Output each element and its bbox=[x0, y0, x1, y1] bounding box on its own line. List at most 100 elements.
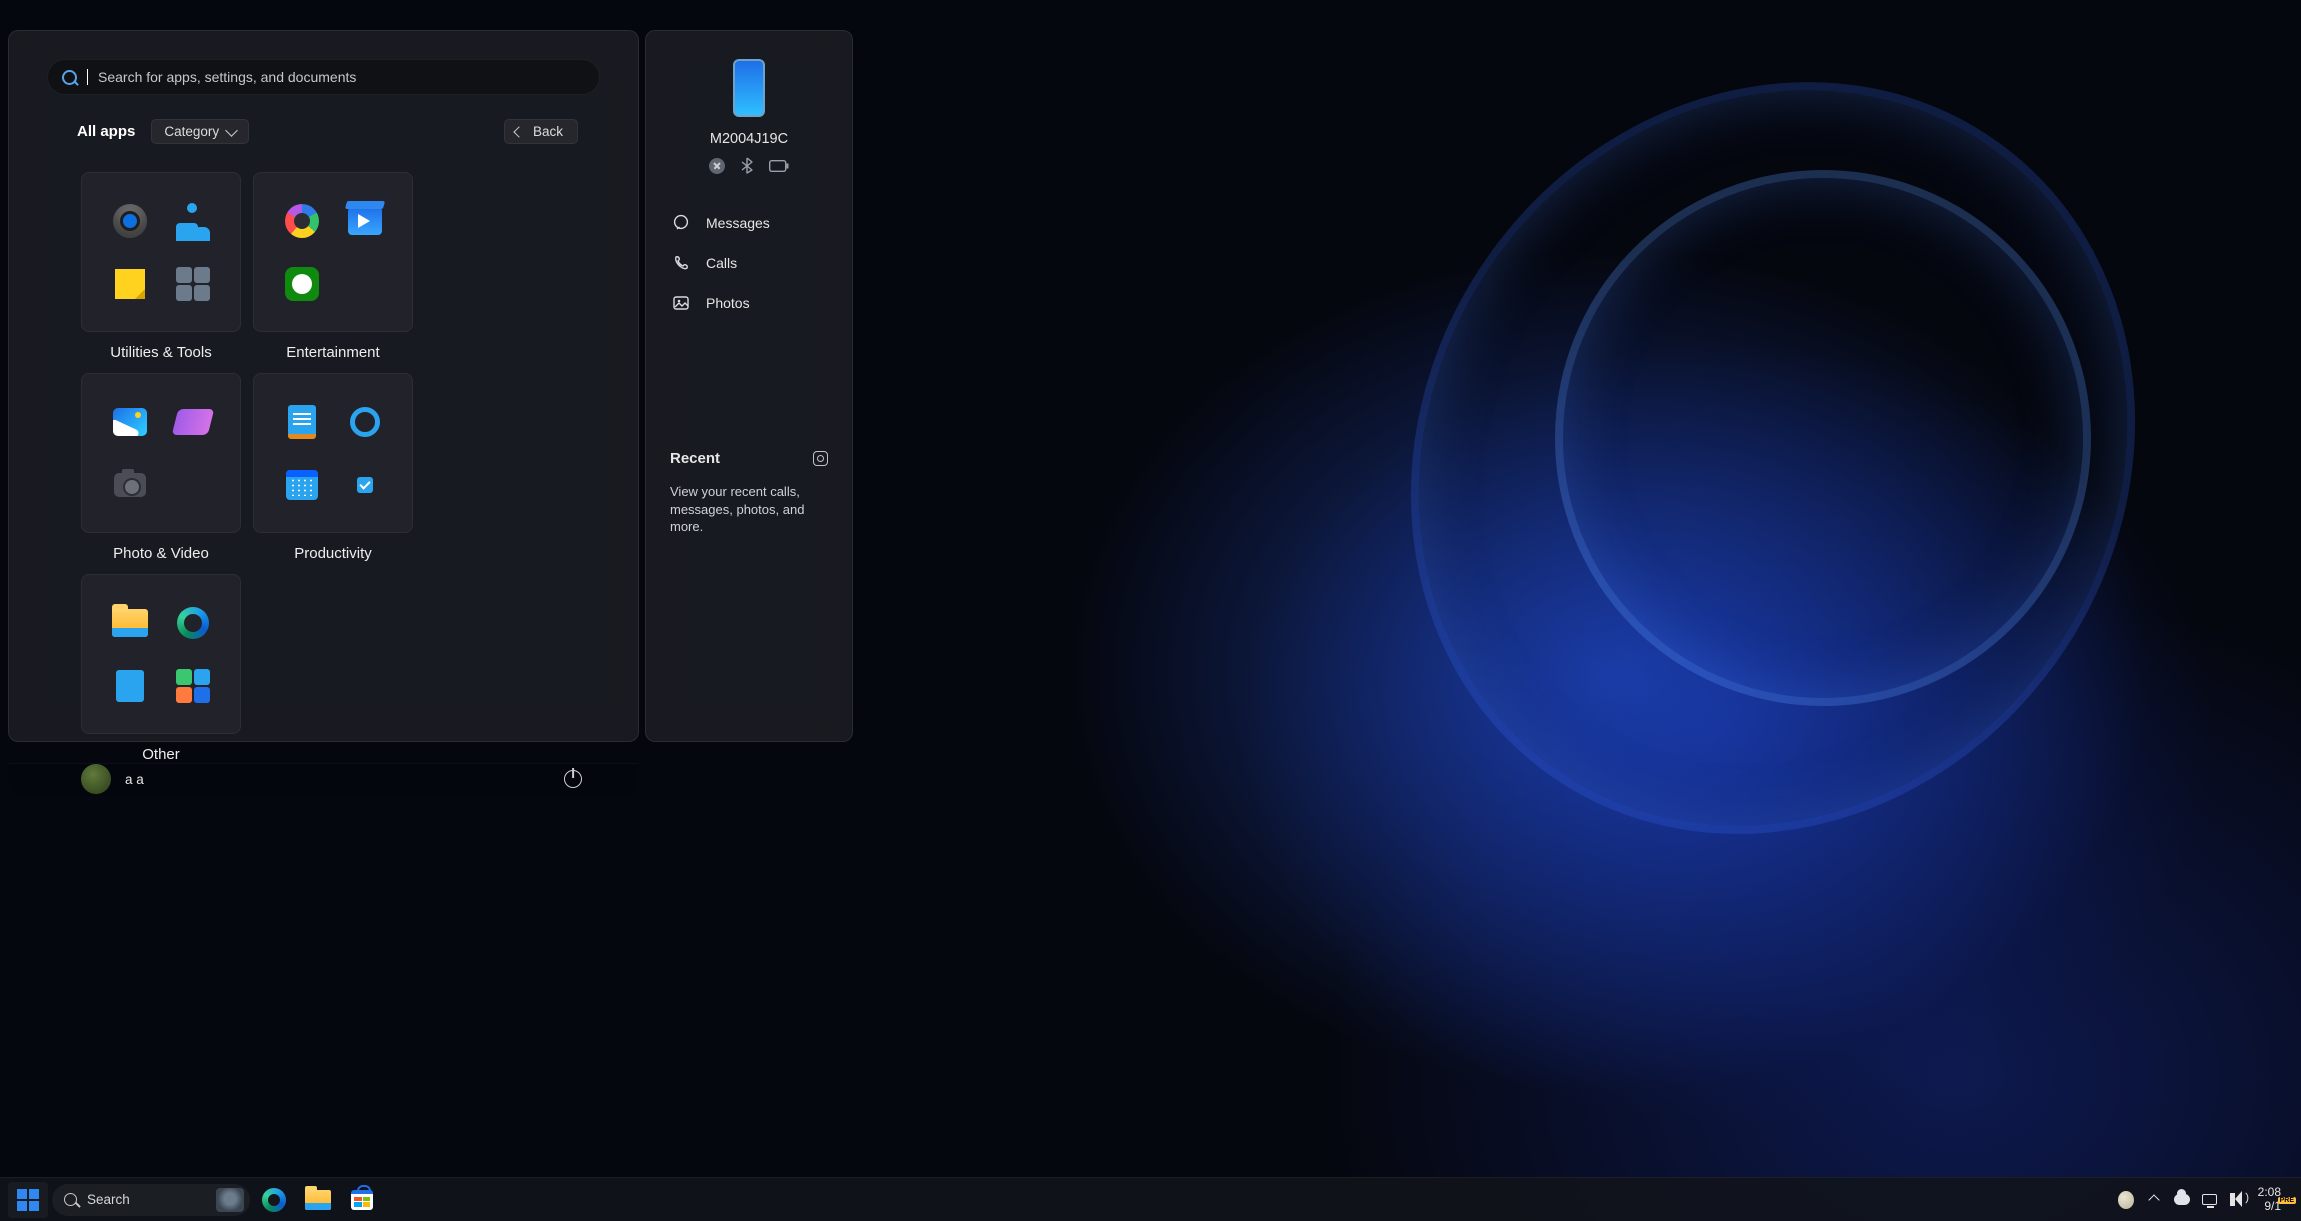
calendar-icon bbox=[282, 465, 322, 505]
recent-block: Recent View your recent calls, messages,… bbox=[664, 450, 834, 536]
category-label: Other bbox=[142, 746, 180, 763]
category-productivity[interactable]: Productivity bbox=[253, 373, 413, 562]
phone-links: Messages Calls Photos bbox=[664, 206, 834, 320]
recent-title: Recent bbox=[670, 450, 720, 467]
recent-settings-button[interactable] bbox=[813, 451, 828, 466]
disconnected-icon bbox=[709, 158, 725, 174]
taskbar-left: Search bbox=[8, 1182, 382, 1218]
search-region: Search for apps, settings, and documents bbox=[9, 31, 638, 95]
calls-icon bbox=[672, 254, 690, 272]
cortana-icon bbox=[345, 402, 385, 442]
feedback-hub-icon bbox=[173, 201, 213, 241]
all-apps-title: All apps bbox=[77, 123, 135, 140]
camera-icon bbox=[110, 465, 150, 505]
start-header: All apps Category Back bbox=[9, 95, 638, 144]
category-grid: Utilities & Tools Entertainment Photo & … bbox=[9, 144, 638, 763]
power-button[interactable] bbox=[564, 770, 582, 788]
tools-folder-icon bbox=[173, 264, 213, 304]
category-tile bbox=[253, 373, 413, 533]
start-button[interactable] bbox=[8, 1182, 48, 1218]
phone-companion-panel: M2004J19C Messages Calls Photos bbox=[645, 30, 853, 742]
category-utilities-tools[interactable]: Utilities & Tools bbox=[81, 172, 241, 361]
recent-description: View your recent calls, messages, photos… bbox=[670, 483, 828, 536]
photos-link-icon bbox=[672, 294, 690, 312]
windows-logo-icon bbox=[17, 1189, 39, 1211]
start-footer: a a bbox=[9, 763, 638, 794]
photos-icon bbox=[110, 402, 150, 442]
taskbar-search[interactable]: Search bbox=[52, 1184, 250, 1216]
chevron-left-icon bbox=[513, 126, 524, 137]
clipchamp-icon bbox=[173, 402, 213, 442]
search-icon bbox=[64, 1193, 77, 1206]
back-label: Back bbox=[533, 124, 563, 139]
back-button[interactable]: Back bbox=[504, 119, 578, 144]
category-label: Productivity bbox=[294, 545, 372, 562]
category-tile bbox=[81, 172, 241, 332]
file-explorer-icon bbox=[110, 603, 150, 643]
taskbar-edge[interactable] bbox=[254, 1182, 294, 1218]
taskbar-store[interactable] bbox=[342, 1182, 382, 1218]
chevron-up-icon bbox=[2148, 1194, 2159, 1205]
text-cursor bbox=[87, 69, 88, 85]
battery-icon bbox=[769, 160, 789, 172]
category-tile bbox=[81, 373, 241, 533]
user-button[interactable]: a a bbox=[81, 764, 144, 794]
power-icon bbox=[564, 770, 582, 788]
microsoft-store-icon bbox=[351, 1190, 373, 1210]
taskbar-search-label: Search bbox=[87, 1192, 130, 1207]
recent-header: Recent bbox=[670, 450, 828, 467]
misc-apps-icon bbox=[173, 666, 213, 706]
phone-device-name: M2004J19C bbox=[710, 131, 788, 147]
category-label: Category bbox=[164, 124, 219, 139]
tray-overflow-button[interactable] bbox=[2146, 1192, 2162, 1208]
category-label: Entertainment bbox=[286, 344, 379, 361]
edge-icon bbox=[262, 1188, 286, 1212]
messages-icon bbox=[672, 214, 690, 232]
taskbar-right: 2:08 9/1 bbox=[2118, 1186, 2293, 1214]
category-other[interactable]: Other bbox=[81, 574, 241, 763]
bluetooth-icon bbox=[741, 157, 753, 174]
movies-tv-icon bbox=[345, 201, 385, 241]
todo-icon bbox=[345, 465, 385, 505]
search-placeholder: Search for apps, settings, and documents bbox=[98, 69, 356, 85]
tray-display-icon[interactable] bbox=[2202, 1192, 2218, 1208]
category-tile bbox=[81, 574, 241, 734]
chevron-down-icon bbox=[225, 124, 238, 137]
notepad-alt-icon bbox=[110, 666, 150, 706]
notepad-icon bbox=[282, 402, 322, 442]
phone-link-messages[interactable]: Messages bbox=[664, 206, 834, 240]
empty-slot bbox=[173, 465, 213, 505]
link-label: Calls bbox=[706, 255, 737, 271]
header-left: All apps Category bbox=[77, 119, 249, 144]
category-tile bbox=[253, 172, 413, 332]
taskbar: Search 2:08 9/1 bbox=[0, 1177, 2301, 1221]
phone-link-calls[interactable]: Calls bbox=[664, 246, 834, 280]
taskbar-file-explorer[interactable] bbox=[298, 1182, 338, 1218]
xbox-icon bbox=[282, 264, 322, 304]
link-label: Photos bbox=[706, 295, 750, 311]
edge-icon bbox=[173, 603, 213, 643]
file-explorer-icon bbox=[305, 1190, 331, 1210]
user-name: a a bbox=[125, 772, 144, 787]
tray-weather-icon[interactable] bbox=[2118, 1192, 2134, 1208]
category-label: Photo & Video bbox=[113, 545, 209, 562]
category-label: Utilities & Tools bbox=[110, 344, 211, 361]
empty-slot bbox=[345, 264, 385, 304]
phone-status-row bbox=[709, 157, 789, 174]
search-highlight-icon bbox=[216, 1188, 244, 1212]
sticky-notes-icon bbox=[110, 264, 150, 304]
link-label: Messages bbox=[706, 215, 770, 231]
paint-icon bbox=[282, 201, 322, 241]
tray-volume-icon[interactable] bbox=[2230, 1192, 2246, 1208]
search-input[interactable]: Search for apps, settings, and documents bbox=[47, 59, 600, 95]
phone-link-photos[interactable]: Photos bbox=[664, 286, 834, 320]
settings-icon bbox=[110, 201, 150, 241]
category-entertainment[interactable]: Entertainment bbox=[253, 172, 413, 361]
tray-onedrive-icon[interactable] bbox=[2174, 1192, 2190, 1208]
category-dropdown[interactable]: Category bbox=[151, 119, 249, 144]
category-photo-video[interactable]: Photo & Video bbox=[81, 373, 241, 562]
phone-device-icon[interactable] bbox=[733, 59, 765, 117]
search-icon bbox=[62, 70, 77, 85]
start-menu-panel: Search for apps, settings, and documents… bbox=[8, 30, 639, 742]
avatar bbox=[81, 764, 111, 794]
